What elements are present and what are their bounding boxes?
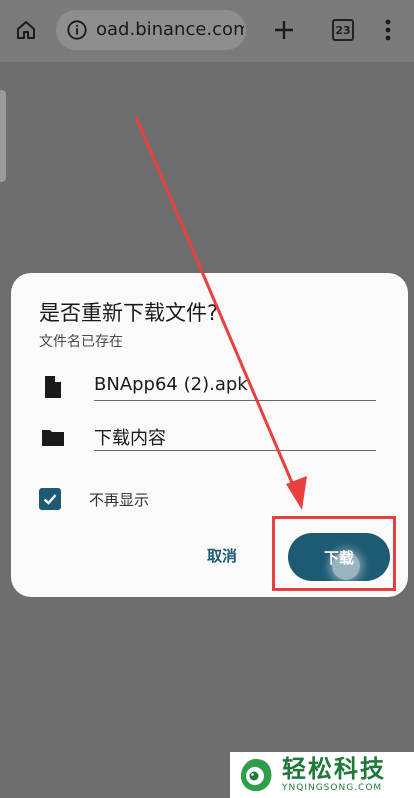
browser-toolbar: oad.binance.com 23 — [0, 0, 414, 62]
info-icon[interactable] — [66, 19, 88, 41]
new-tab-button[interactable] — [268, 14, 300, 46]
leaf-logo-icon — [240, 759, 272, 792]
tab-count: 23 — [332, 19, 354, 41]
url-text: oad.binance.com — [96, 19, 244, 40]
watermark-url: YNQINGSONG.COM — [282, 783, 383, 793]
folder-icon — [42, 430, 64, 446]
check-icon — [43, 494, 57, 505]
watermark: 轻松科技 YNQINGSONG.COM — [230, 752, 414, 798]
watermark-title: 轻松科技 — [282, 755, 386, 783]
home-button[interactable] — [10, 14, 42, 46]
tab-switcher-button[interactable]: 23 — [327, 14, 359, 46]
dialog-title: 是否重新下载文件? — [39, 301, 219, 325]
address-bar[interactable]: oad.binance.com — [56, 10, 246, 50]
plus-icon — [275, 21, 293, 39]
menu-button[interactable] — [372, 14, 404, 46]
more-vert-icon — [385, 19, 391, 41]
cancel-button[interactable]: 取消 — [207, 545, 237, 566]
folder-field[interactable]: 下载内容 — [94, 424, 376, 451]
file-name-field[interactable]: BNApp64 (2).apk — [94, 374, 376, 401]
dont-show-again-checkbox[interactable] — [39, 488, 61, 510]
dialog-subtitle: 文件名已存在 — [39, 334, 123, 350]
scrollbar-handle[interactable] — [0, 90, 6, 182]
annotation-highlight-box — [272, 516, 396, 591]
file-icon — [45, 376, 61, 398]
home-icon — [17, 21, 35, 39]
checkbox-label: 不再显示 — [89, 491, 150, 509]
